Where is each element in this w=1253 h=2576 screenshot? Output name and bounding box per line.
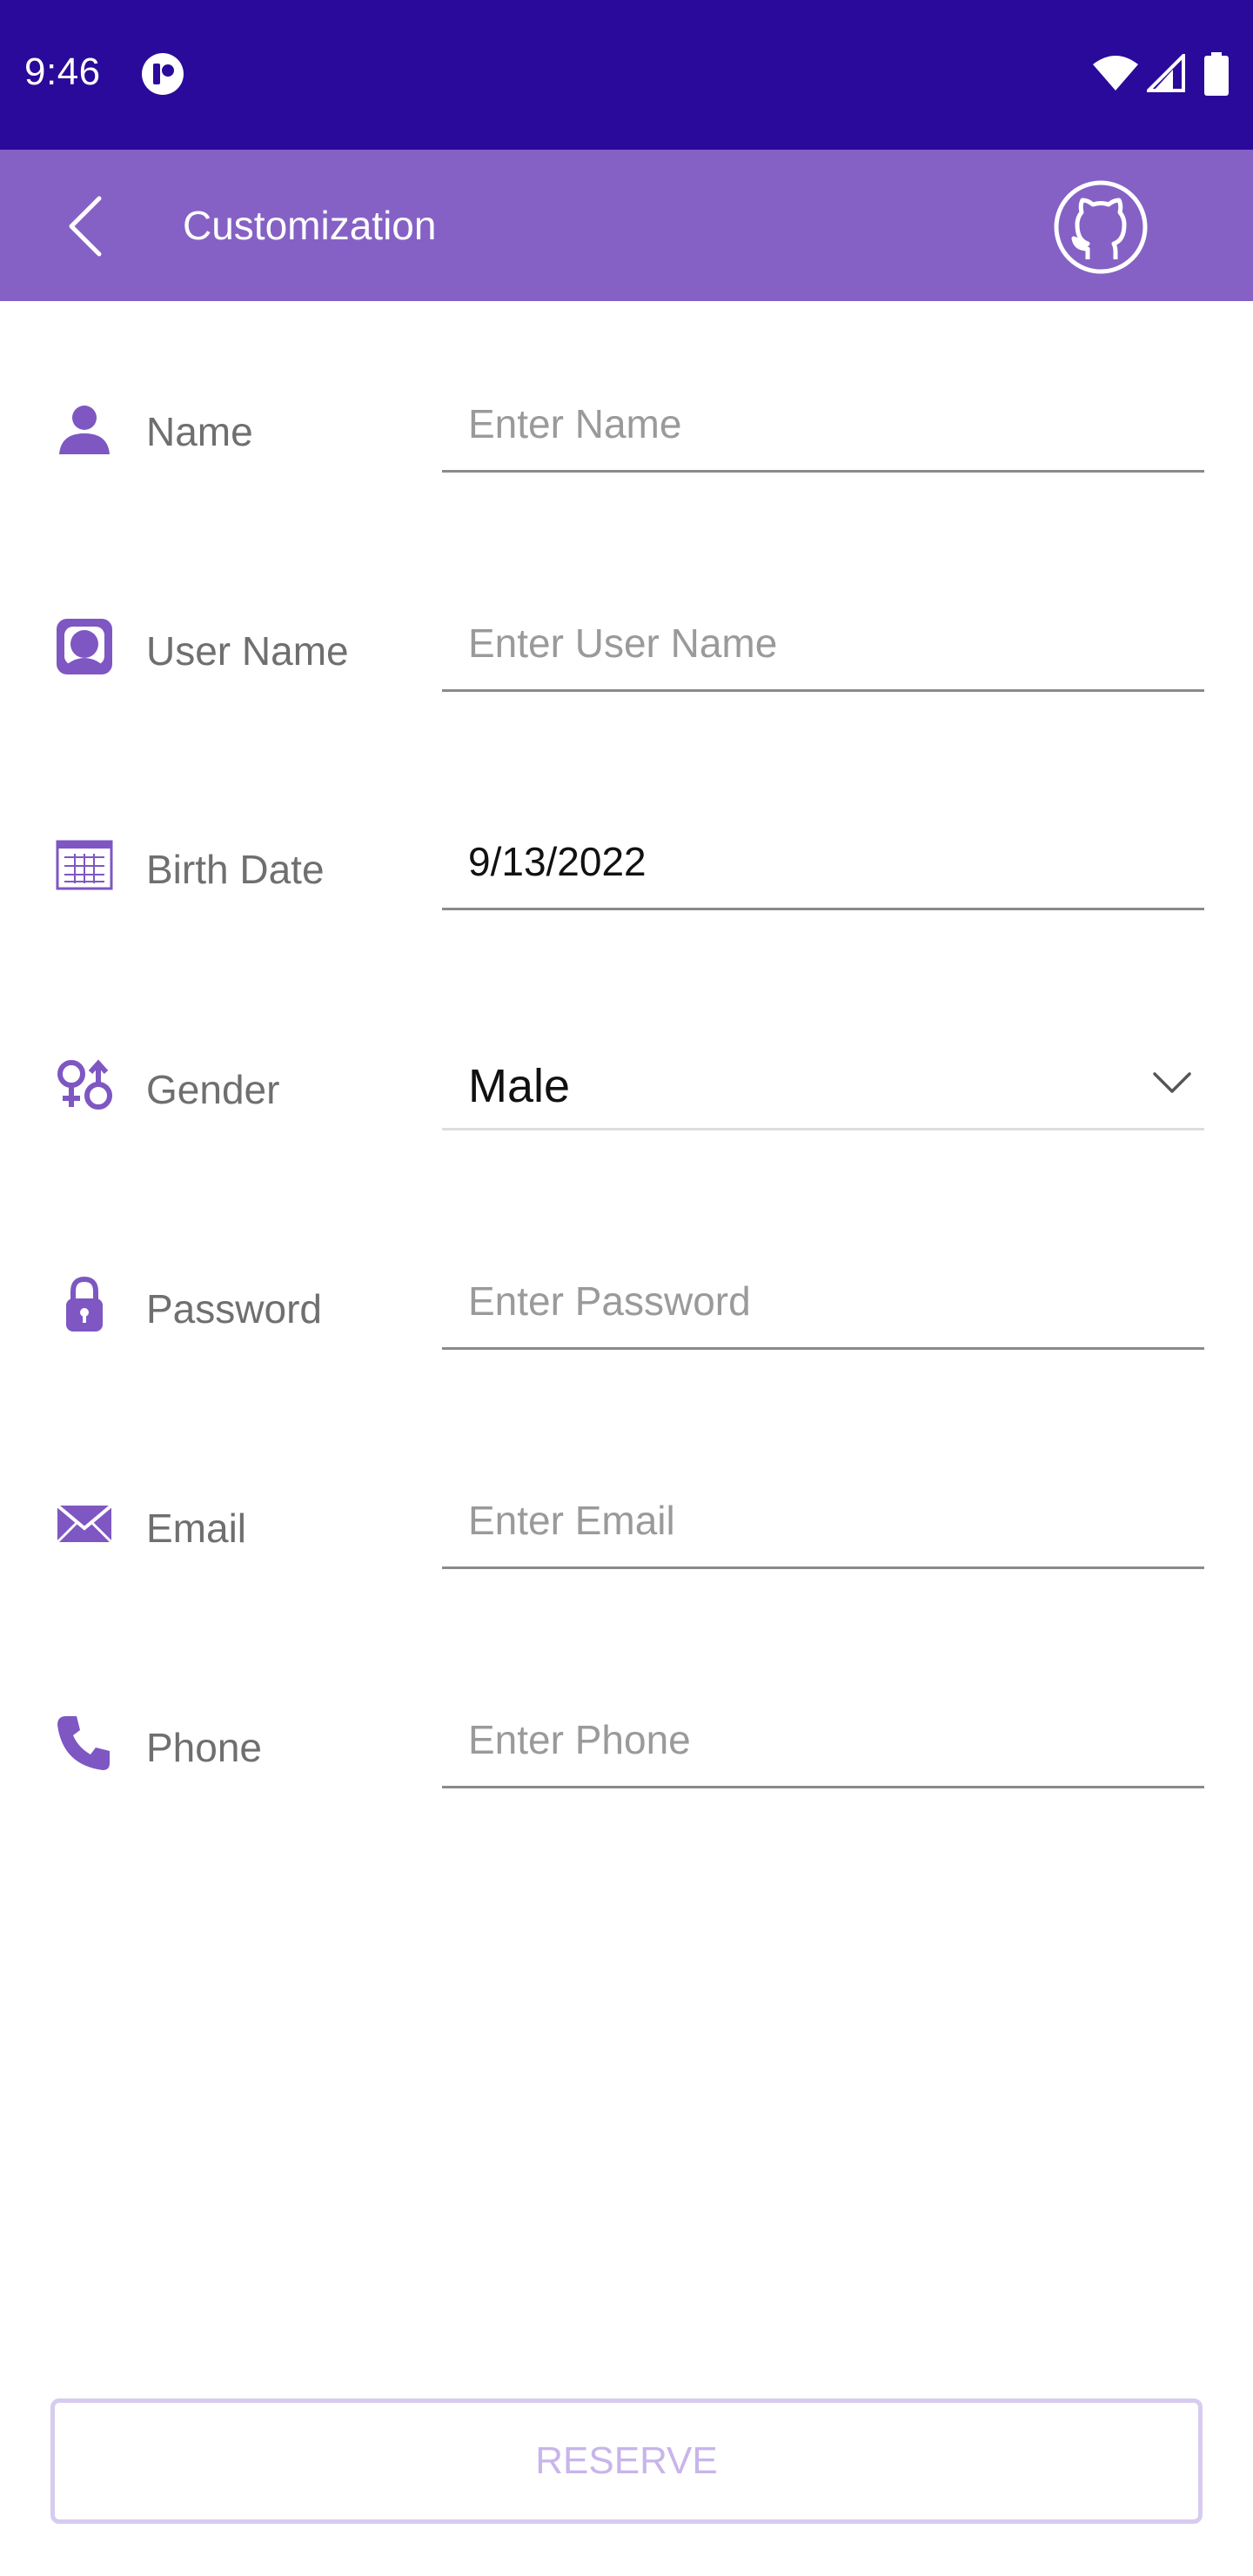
- name-row: Name: [0, 342, 1253, 516]
- gender-selected-value: Male: [468, 1060, 571, 1112]
- github-icon[interactable]: [1053, 179, 1149, 275]
- username-row: User Name: [0, 561, 1253, 735]
- email-input[interactable]: [442, 1473, 1204, 1569]
- page-title: Customization: [183, 203, 437, 248]
- status-bar: 9:46: [0, 0, 1253, 150]
- birthdate-label: Birth Date: [146, 847, 325, 892]
- name-input[interactable]: [442, 377, 1204, 473]
- phone-label: Phone: [146, 1725, 263, 1770]
- envelope-icon: [56, 1504, 113, 1544]
- birthdate-input[interactable]: [442, 815, 1204, 910]
- username-input[interactable]: [442, 596, 1204, 692]
- gender-row: Gender Male: [0, 1000, 1253, 1174]
- password-row: Password: [0, 1219, 1253, 1393]
- email-row: Email: [0, 1439, 1253, 1613]
- gender-icon: [57, 1059, 112, 1110]
- password-input[interactable]: [442, 1254, 1204, 1350]
- app-bar: Customization: [0, 150, 1253, 301]
- lock-icon: [66, 1276, 103, 1332]
- wifi-icon: [1093, 56, 1138, 91]
- status-time: 9:46: [24, 50, 101, 93]
- birthdate-row: Birth Date: [0, 780, 1253, 954]
- calendar-icon: [56, 840, 113, 890]
- chevron-down-icon: [1153, 1072, 1191, 1093]
- user-frame-icon: [57, 619, 112, 674]
- person-icon: [59, 406, 110, 454]
- phone-input[interactable]: [442, 1693, 1204, 1788]
- username-label: User Name: [146, 628, 349, 674]
- gender-dropdown[interactable]: Male: [442, 1035, 1204, 1130]
- password-label: Password: [146, 1286, 322, 1332]
- email-label: Email: [146, 1506, 247, 1551]
- gender-label: Gender: [146, 1067, 280, 1112]
- app-notification-icon: [142, 53, 184, 95]
- signal-icon: [1147, 54, 1185, 92]
- phone-row: Phone: [0, 1658, 1253, 1832]
- phone-icon: [57, 1716, 110, 1770]
- name-label: Name: [146, 409, 253, 454]
- reserve-button[interactable]: RESERVE: [50, 2398, 1203, 2524]
- battery-icon: [1204, 52, 1229, 96]
- back-button[interactable]: [61, 190, 113, 263]
